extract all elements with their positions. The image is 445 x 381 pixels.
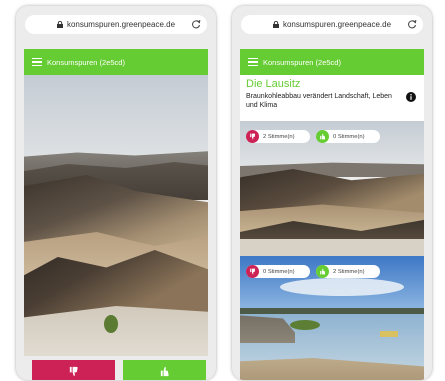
app-header: Konsumspuren (2e5cd) xyxy=(24,49,208,75)
landscape-photo xyxy=(24,75,208,356)
lock-icon xyxy=(272,21,279,28)
app-header: Konsumspuren (2e5cd) xyxy=(240,49,424,75)
thumbs-down-icon xyxy=(69,366,78,376)
phone-screen-left: konsumspuren.greenpeace.de Konsumspuren … xyxy=(16,6,216,380)
app-title: Konsumspuren (2e5cd) xyxy=(47,57,125,67)
thumbs-up-icon xyxy=(320,268,326,275)
card1-downvote[interactable]: 2 Stimme(n) xyxy=(246,130,310,143)
reload-icon[interactable] xyxy=(407,19,417,29)
browser-address-bar: konsumspuren.greenpeace.de xyxy=(232,6,432,42)
url-text: konsumspuren.greenpeace.de xyxy=(282,20,392,29)
info-icon[interactable] xyxy=(406,92,416,102)
card2-downvote-count: 0 Stimme(n) xyxy=(263,268,295,275)
hamburger-menu-icon[interactable] xyxy=(248,58,258,66)
url-text: konsumspuren.greenpeace.de xyxy=(66,20,176,29)
vote-up-button[interactable] xyxy=(123,360,206,380)
thumbs-up-icon xyxy=(160,366,169,376)
url-field[interactable]: konsumspuren.greenpeace.de xyxy=(241,15,423,34)
lock-icon xyxy=(56,21,63,28)
url-field[interactable]: konsumspuren.greenpeace.de xyxy=(25,15,207,34)
browser-address-bar: konsumspuren.greenpeace.de xyxy=(16,6,216,42)
thumbs-down-icon xyxy=(250,268,256,275)
phone-screen-right: konsumspuren.greenpeace.de Konsumspuren … xyxy=(232,6,432,380)
hamburger-menu-icon[interactable] xyxy=(32,58,42,66)
thumbs-down-icon xyxy=(250,133,256,140)
place-header: Die Lausitz Braunkohleabbau verändert La… xyxy=(240,75,424,121)
card2-upvote-count: 2 Stimme(n) xyxy=(333,268,365,275)
app-title: Konsumspuren (2e5cd) xyxy=(263,57,341,67)
card1-upvote[interactable]: 0 Stimme(n) xyxy=(316,130,380,143)
card1-downvote-count: 2 Stimme(n) xyxy=(263,133,295,140)
reload-icon[interactable] xyxy=(191,19,201,29)
vote-down-button[interactable] xyxy=(32,360,115,380)
place-subtitle: Braunkohleabbau verändert Landschaft, Le… xyxy=(246,93,392,109)
card2-upvote[interactable]: 2 Stimme(n) xyxy=(316,265,380,278)
card2-downvote[interactable]: 0 Stimme(n) xyxy=(246,265,310,278)
place-title: Die Lausitz xyxy=(246,78,301,90)
thumbs-up-icon xyxy=(320,133,326,140)
card1-upvote-count: 0 Stimme(n) xyxy=(333,133,365,140)
